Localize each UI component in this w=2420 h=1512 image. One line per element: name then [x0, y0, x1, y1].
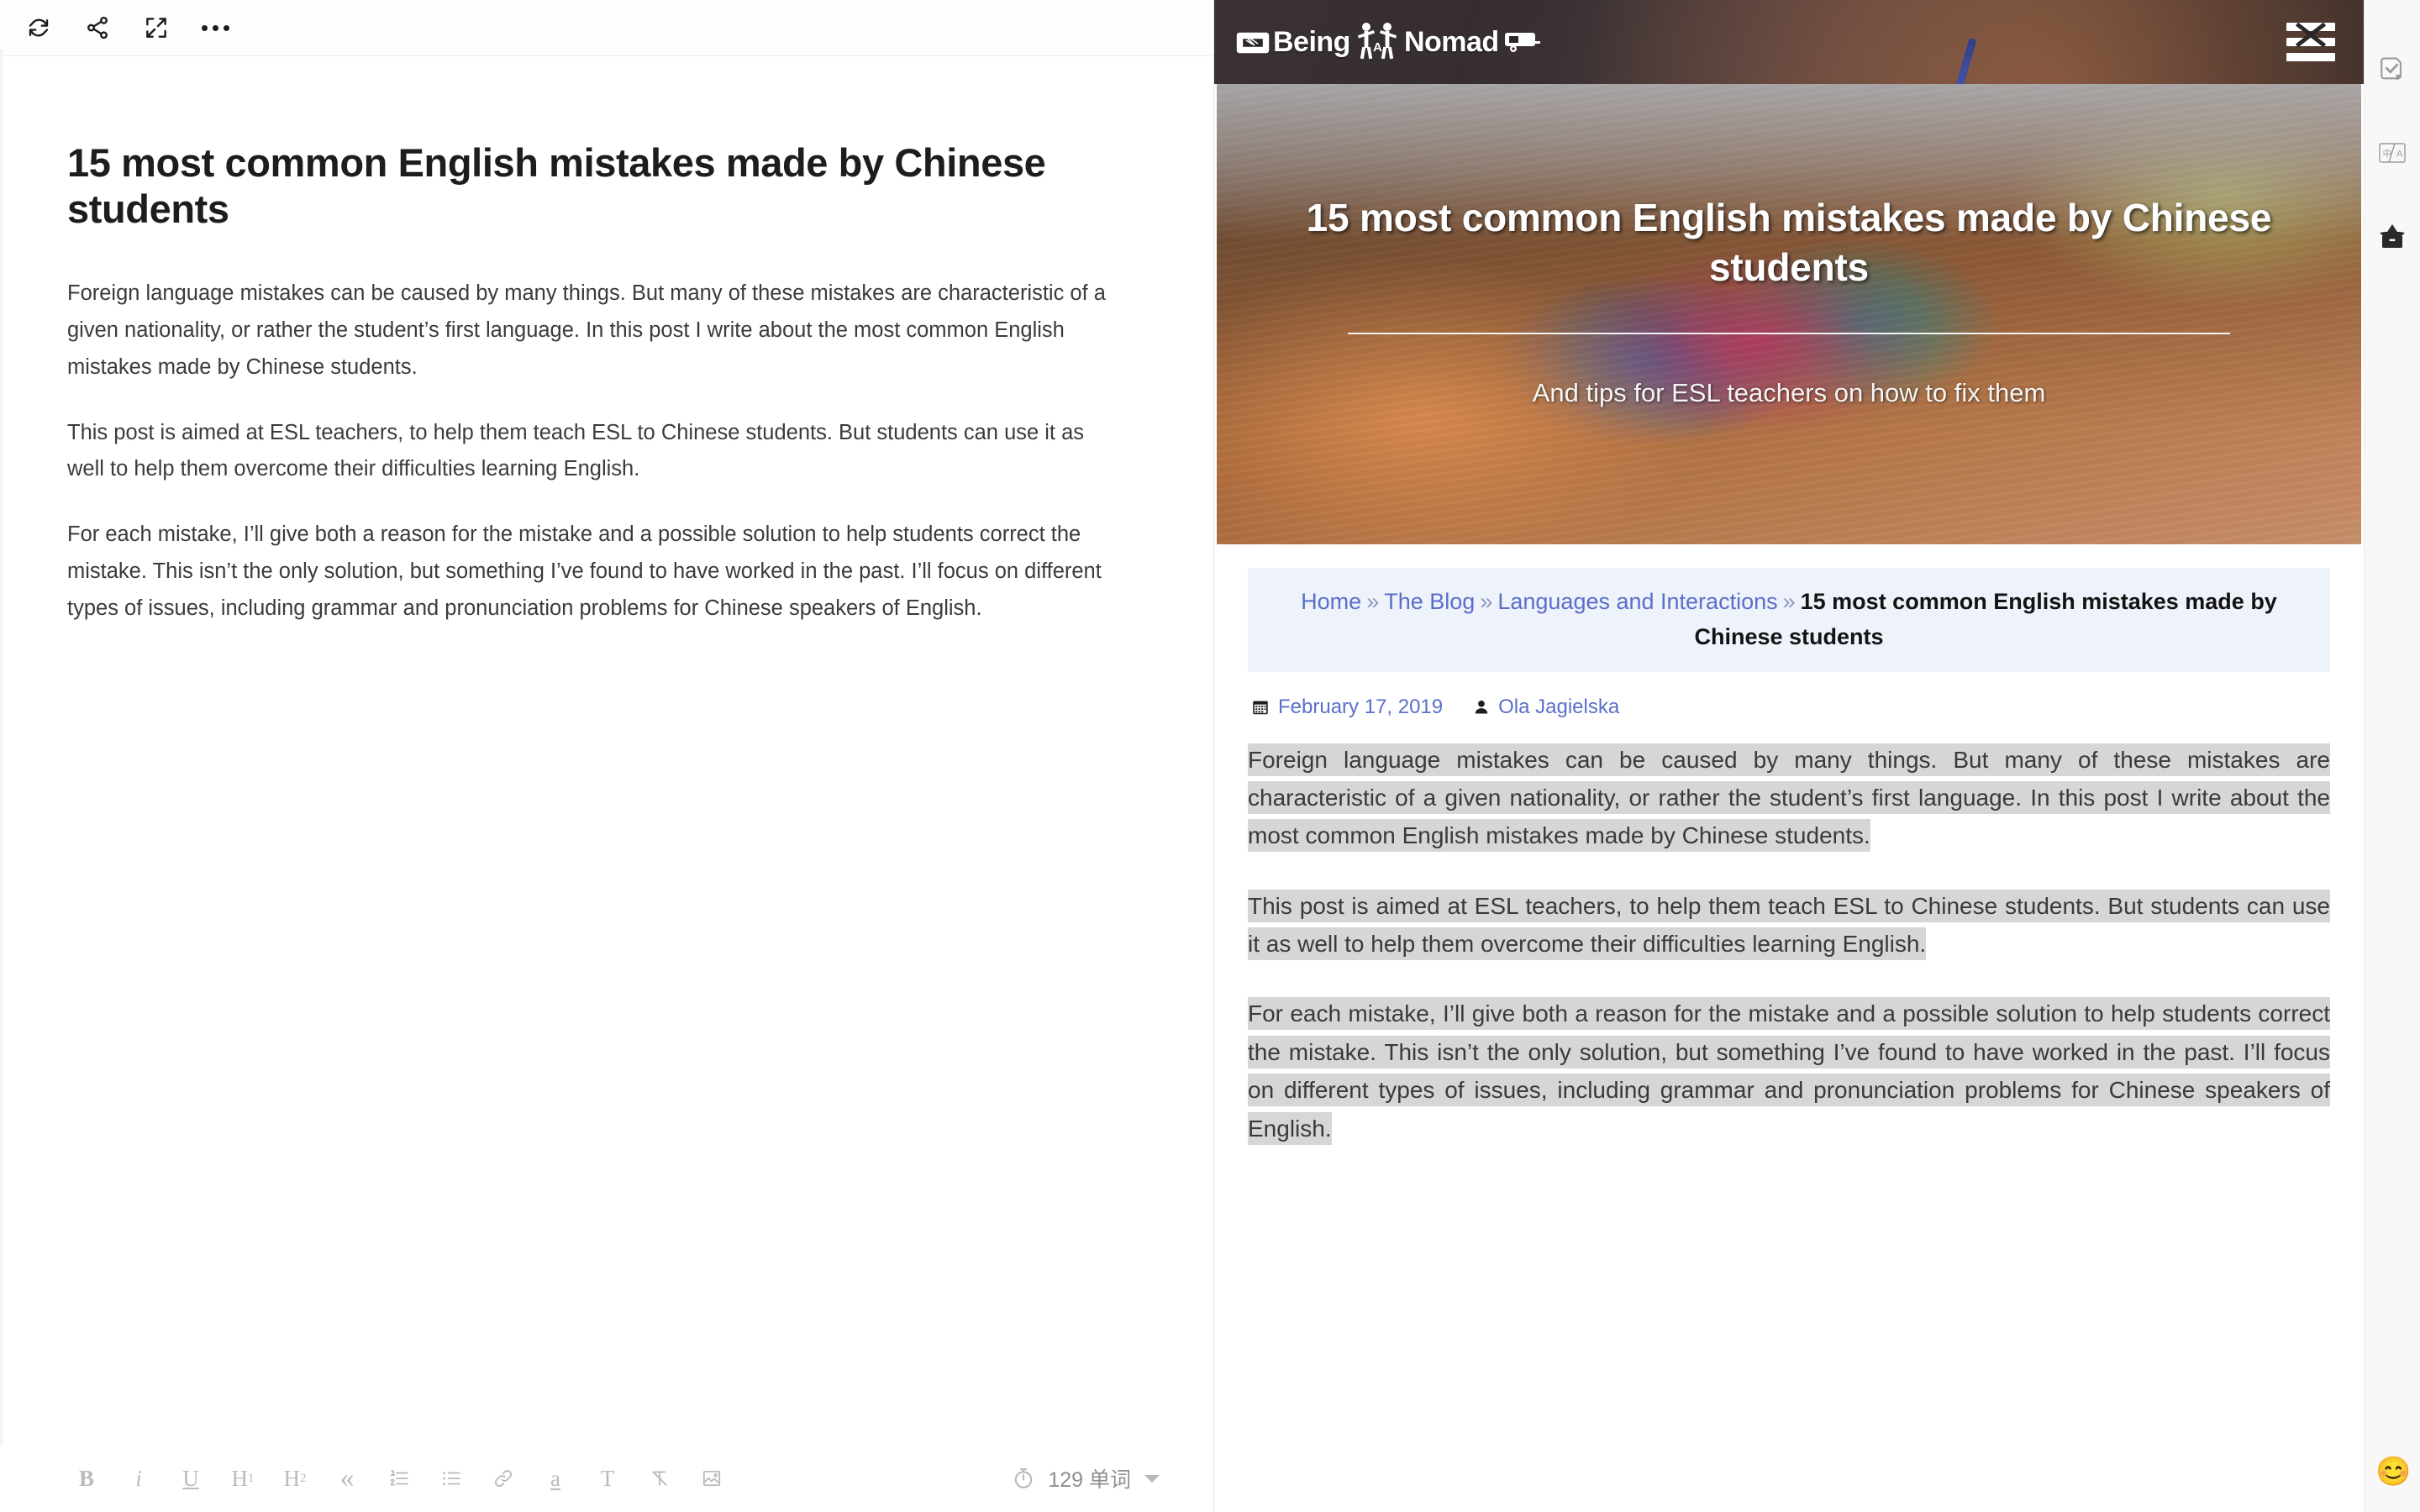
text-style-button[interactable]: T: [581, 1455, 634, 1502]
breadcrumb-item-languages-and-interactions[interactable]: Languages and Interactions: [1497, 589, 1777, 614]
breadcrumb-separator-2: »: [1480, 589, 1493, 614]
heading2-button[interactable]: H2: [269, 1455, 321, 1502]
timer-icon: [1011, 1466, 1036, 1491]
bullet-list-icon[interactable]: [425, 1455, 477, 1502]
web-preview-pane: Being A Nomad 15 most common English mis…: [1214, 0, 2364, 1512]
editor-paragraph-3: For each mistake, I’ll give both a reaso…: [67, 522, 1102, 621]
word-count-control[interactable]: 129 单词: [1011, 1463, 1185, 1494]
hero-banner: 15 most common English mistakes made by …: [1217, 84, 2361, 544]
people-icon: A: [1354, 21, 1401, 63]
hero-content: 15 most common English mistakes made by …: [1217, 84, 2361, 408]
more-options-icon[interactable]: [192, 4, 239, 51]
fullscreen-icon[interactable]: [133, 4, 180, 51]
breadcrumb-item-the-blog[interactable]: The Blog: [1384, 589, 1475, 614]
logo-word-nomad: Nomad: [1403, 25, 1499, 58]
post-date[interactable]: February 17, 2019: [1278, 696, 1443, 719]
archive-box-icon[interactable]: [2370, 215, 2414, 259]
menu-bar-2: [2286, 38, 2335, 46]
calendar-icon: [1251, 698, 1270, 717]
word-count-label: 129 单词: [1048, 1468, 1131, 1492]
bold-button[interactable]: B: [60, 1455, 113, 1502]
editor-format-toolbar: B i U H1 H2 « a T 129 单词: [0, 1445, 1213, 1512]
editor-paragraph-2: This post is aimed at ESL teachers, to h…: [67, 420, 1085, 481]
editor-left-gutter: [0, 49, 3, 1512]
post-author[interactable]: Ola Jagielska: [1498, 696, 1619, 719]
page-title: 15 most common English mistakes made by …: [67, 140, 1046, 231]
italic-button[interactable]: i: [113, 1455, 165, 1502]
breadcrumb-separator-1: »: [1366, 589, 1380, 614]
logo-word-being: Being: [1273, 25, 1350, 58]
selected-text-2: This post is aimed at ESL teachers, to h…: [1248, 889, 2330, 961]
hero-title: 15 most common English mistakes made by …: [1306, 196, 2272, 289]
chevron-down-icon[interactable]: [1144, 1474, 1160, 1483]
hero-divider: [1348, 332, 2230, 334]
highlight-button[interactable]: a: [529, 1455, 581, 1502]
link-icon[interactable]: [477, 1455, 529, 1502]
user-icon: [1473, 699, 1490, 716]
hero-subtitle: And tips for ESL teachers on how to fix …: [1532, 377, 2046, 407]
heading1-index: 1: [248, 1471, 255, 1485]
app-root: 15 most common English mistakes made by …: [0, 0, 2420, 1512]
selected-text-3: For each mistake, I’ll give both a reaso…: [1248, 997, 2330, 1145]
svg-text:中: 中: [2383, 149, 2392, 160]
breadcrumb-separator-3: »: [1782, 589, 1796, 614]
breadcrumb-item-home[interactable]: Home: [1301, 589, 1361, 614]
selected-text-1: Foreign language mistakes can be caused …: [1248, 743, 2330, 853]
editor-pane: 15 most common English mistakes made by …: [0, 0, 1214, 1512]
share-icon[interactable]: [74, 4, 121, 51]
translate-icon[interactable]: 中 A: [2370, 131, 2414, 175]
document-check-icon[interactable]: [2370, 47, 2414, 91]
article-paragraph-2: This post is aimed at ESL teachers, to h…: [1248, 887, 2330, 963]
ellipsis-glyph: [201, 24, 229, 31]
heading1-button[interactable]: H1: [217, 1455, 269, 1502]
heading1-letter: H: [231, 1465, 249, 1491]
refresh-icon[interactable]: [15, 4, 62, 51]
post-meta: February 17, 2019 Ola Jagielska: [1248, 690, 2330, 741]
ordered-list-icon[interactable]: [373, 1455, 425, 1502]
menu-bar-1: [2286, 23, 2335, 31]
caravan-icon: [1502, 29, 1541, 55]
menu-bar-3: [2286, 53, 2335, 61]
heading2-letter: H: [283, 1465, 301, 1491]
camera-icon: [1236, 29, 1270, 55]
emoji-face-icon[interactable]: 😊: [2375, 1455, 2411, 1488]
underline-button[interactable]: U: [165, 1455, 217, 1502]
site-header: Being A Nomad: [1214, 0, 2364, 84]
hamburger-menu-icon[interactable]: [2286, 22, 2335, 61]
breadcrumb: Home» The Blog» Languages and Interactions…: [1248, 568, 2330, 672]
right-tool-rail: 中 A 😊: [2364, 0, 2420, 1512]
site-logo[interactable]: Being A Nomad: [1236, 21, 1541, 63]
blockquote-button[interactable]: «: [321, 1455, 373, 1502]
article-paragraph-3: For each mistake, I’ll give both a reaso…: [1248, 995, 2330, 1147]
image-icon[interactable]: [686, 1455, 738, 1502]
article-container: Home» The Blog» Languages and Interactions…: [1214, 544, 2364, 1147]
heading2-index: 2: [300, 1471, 307, 1485]
editor-paragraph-1: Foreign language mistakes can be caused …: [67, 281, 1106, 379]
article-paragraph-1: Foreign language mistakes can be caused …: [1248, 741, 2330, 855]
format-tool-group: B i U H1 H2 « a T: [60, 1455, 738, 1502]
editor-document[interactable]: 15 most common English mistakes made by …: [0, 56, 1213, 1445]
editor-top-toolbar: [0, 0, 1213, 55]
clear-format-icon[interactable]: [634, 1455, 686, 1502]
svg-text:A: A: [1373, 40, 1382, 55]
svg-text:A: A: [2396, 150, 2403, 160]
